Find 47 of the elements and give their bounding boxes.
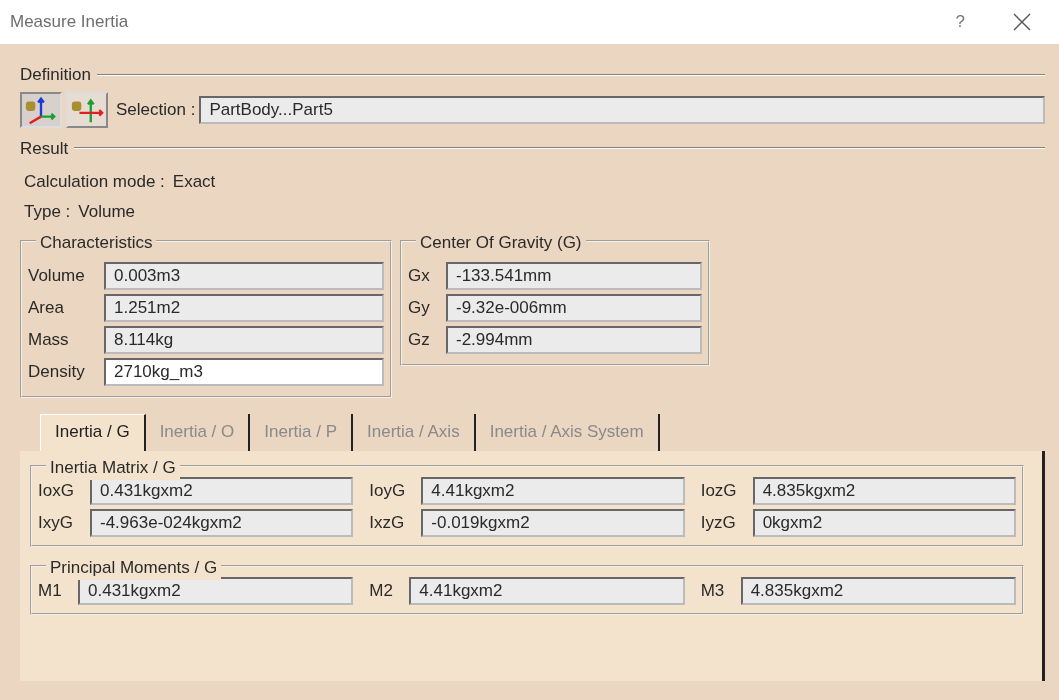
value-field: 0.003m3 bbox=[104, 262, 384, 290]
section-title: Definition bbox=[20, 64, 91, 86]
section-title: Result bbox=[20, 137, 69, 160]
field-label: Density bbox=[28, 361, 86, 384]
value-field: -4.963e-024kgxm2 bbox=[90, 508, 354, 537]
field-label: IyzG bbox=[700, 511, 737, 534]
help-button[interactable]: ? bbox=[955, 9, 965, 35]
field-label: Type : bbox=[24, 200, 71, 223]
field-label: IxzG bbox=[369, 511, 406, 534]
field-label: Calculation mode : bbox=[24, 171, 165, 193]
value-field: -133.541mm bbox=[446, 262, 702, 290]
value-field: 4.835kgxm2 bbox=[752, 476, 1016, 505]
field-label: IoyG bbox=[369, 479, 407, 502]
field-value: Exact bbox=[172, 171, 216, 193]
value-field: 0.431kgxm2 bbox=[90, 476, 354, 505]
field-label: Mass bbox=[28, 329, 70, 352]
field-label: IozG bbox=[700, 479, 738, 502]
field-label: Area bbox=[28, 297, 65, 320]
mode-button[interactable] bbox=[66, 91, 108, 128]
mode-button[interactable] bbox=[20, 91, 62, 128]
axes-weight-icon bbox=[24, 94, 58, 125]
value-field: 4.41kgxm2 bbox=[409, 576, 685, 605]
selection-field[interactable]: PartBody...Part5 bbox=[199, 95, 1045, 124]
value-field: 0kgxm2 bbox=[752, 508, 1016, 537]
value-field: 4.835kgxm2 bbox=[740, 576, 1016, 605]
field-label: M3 bbox=[700, 579, 726, 602]
close-icon[interactable] bbox=[1013, 13, 1031, 31]
field-label: Gx bbox=[408, 265, 431, 288]
window-title: Measure Inertia bbox=[10, 11, 129, 34]
value-field: 4.41kgxm2 bbox=[421, 476, 685, 505]
value-field[interactable]: 2710kg_m3 bbox=[104, 358, 384, 386]
value-field: 1.251m2 bbox=[104, 294, 384, 322]
tab[interactable]: Inertia / G bbox=[40, 414, 146, 451]
value-field: -2.994mm bbox=[446, 326, 702, 354]
value-field: -0.019kgxm2 bbox=[421, 508, 685, 537]
field-value: Volume bbox=[78, 200, 135, 223]
field-label: Gz bbox=[408, 329, 431, 352]
field-label: IoxG bbox=[38, 479, 75, 502]
field-label: Volume bbox=[28, 265, 86, 288]
field-label: M2 bbox=[369, 579, 394, 602]
field-label: IxyG bbox=[38, 511, 74, 534]
value-field: 8.114kg bbox=[104, 326, 384, 354]
value-field: 0.431kgxm2 bbox=[78, 576, 354, 605]
field-label: M1 bbox=[38, 579, 63, 602]
value-field: -9.32e-006mm bbox=[446, 294, 702, 322]
field-label: Selection : bbox=[116, 98, 196, 121]
field-label: Gy bbox=[408, 297, 431, 320]
